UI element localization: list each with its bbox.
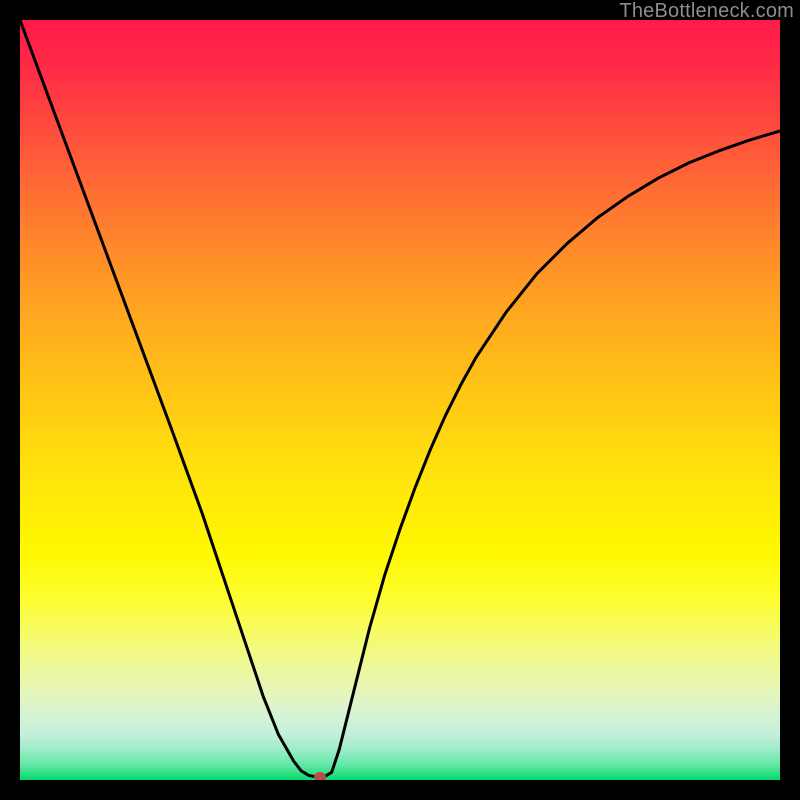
chart-frame: TheBottleneck.com: [0, 0, 800, 800]
bottleneck-curve: [20, 20, 780, 780]
optimal-point-marker: [314, 772, 326, 780]
plot-area: [20, 20, 780, 780]
